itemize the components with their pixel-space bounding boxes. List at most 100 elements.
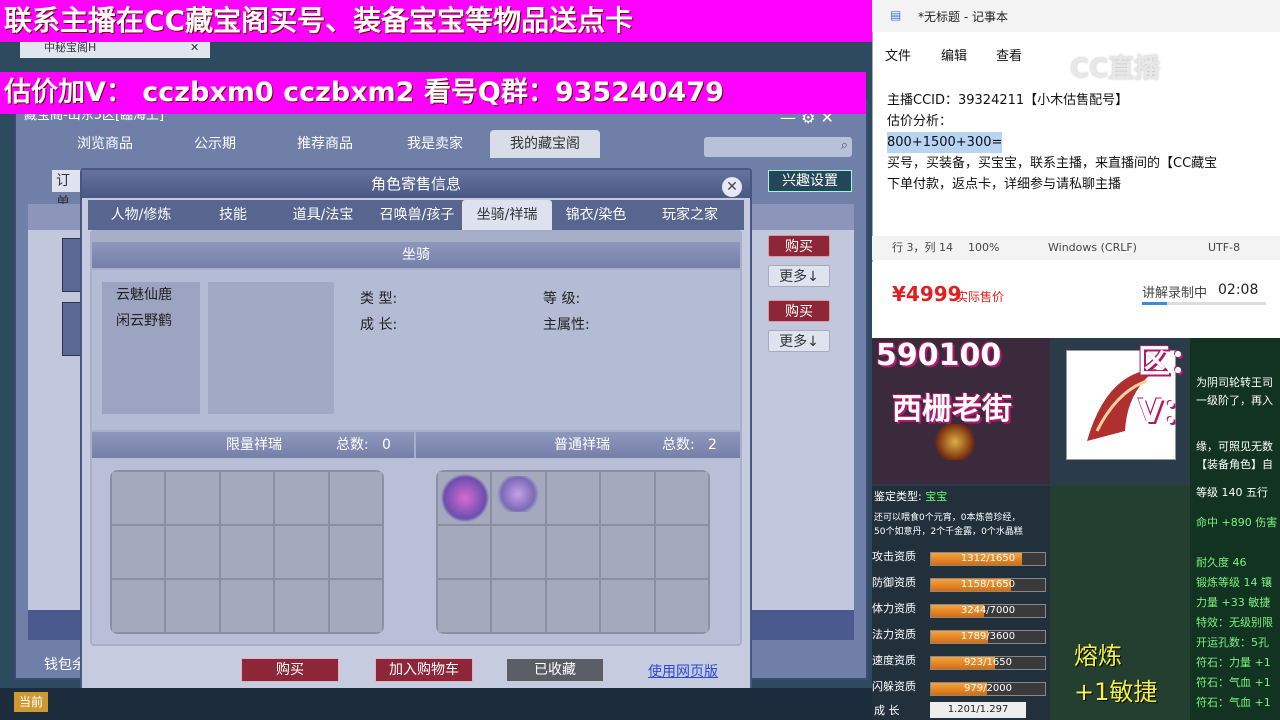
- notepad-title: *无标题 - 记事本: [918, 10, 1008, 24]
- current-label[interactable]: 当前: [14, 692, 48, 712]
- grid-cell[interactable]: [220, 472, 274, 524]
- field-level: 等 级:: [543, 291, 581, 307]
- dialog-title: 角色寄售信息: [82, 170, 750, 198]
- stat-bar: 923/1650: [930, 656, 1046, 670]
- search-icon[interactable]: ⌕: [841, 138, 848, 153]
- tab-home[interactable]: 玩家之家: [644, 200, 736, 230]
- note-line: 买号，买装备，买宝宝，联系主播，来直播间的【CC藏宝: [887, 156, 1218, 171]
- interest-settings-button[interactable]: 兴趣设置: [768, 170, 852, 192]
- grid-cell[interactable]: [275, 526, 328, 578]
- status-zoom: 100%: [968, 241, 1000, 254]
- stat-label: 闪躲资质: [872, 680, 916, 693]
- buy-button[interactable]: 购买: [768, 300, 830, 322]
- tab-seller[interactable]: 我是卖家: [380, 130, 490, 158]
- tab-public[interactable]: 公示期: [160, 130, 270, 158]
- grid-cell[interactable]: [492, 526, 545, 578]
- tab-recommend[interactable]: 推荐商品: [270, 130, 380, 158]
- recording-progress: [1142, 302, 1266, 305]
- equipment-line: 一级阶了，再入: [1196, 394, 1273, 407]
- mount-item-icon[interactable]: [494, 476, 542, 512]
- pet-note: 还可以喂食0个元宵，0本炼兽珍经，: [874, 513, 1021, 523]
- stat-bar: 1312/1650: [930, 552, 1046, 566]
- tab-browse[interactable]: 浏览商品: [50, 130, 160, 158]
- list-item[interactable]: 云魅仙鹿: [102, 282, 200, 308]
- grid-cell[interactable]: [438, 580, 491, 632]
- web-version-link[interactable]: 使用网页版: [648, 661, 718, 681]
- stat-label: 速度资质: [872, 654, 916, 667]
- grid-cell[interactable]: [601, 472, 654, 524]
- grid-cell[interactable]: [220, 580, 274, 632]
- menu-view[interactable]: 查看: [996, 45, 1022, 64]
- flame-icon: [932, 424, 978, 460]
- tab-pets[interactable]: 召唤兽/孩子: [372, 200, 462, 230]
- grid-cell[interactable]: [220, 526, 274, 578]
- recording-label: 讲解录制中: [1142, 286, 1208, 301]
- stat-bar: 1158/1650: [930, 578, 1046, 592]
- tab-my-treasure[interactable]: 我的藏宝阁: [490, 130, 600, 158]
- buy-button[interactable]: 购买: [768, 235, 830, 257]
- grid-cell[interactable]: [655, 580, 708, 632]
- equipment-line: 等级 140 五行: [1196, 486, 1268, 499]
- price-strip: ¥4999 实际售价 讲解录制中 02:08: [872, 262, 1280, 338]
- grid-cell[interactable]: [112, 472, 165, 524]
- grid-cell[interactable]: [329, 580, 382, 632]
- grid-cell[interactable]: [166, 472, 219, 524]
- grid-cell[interactable]: [166, 580, 219, 632]
- tab-costume[interactable]: 锦衣/染色: [556, 200, 636, 230]
- grid-cell[interactable]: [275, 580, 328, 632]
- buy-button[interactable]: 购买: [241, 658, 339, 682]
- tab-character[interactable]: 人物/修炼: [98, 200, 184, 230]
- grid-cell[interactable]: [655, 472, 708, 524]
- menu-edit[interactable]: 编辑: [941, 45, 967, 64]
- stat-bar: 3244/7000: [930, 604, 1046, 618]
- add-cart-button[interactable]: 加入购物车: [375, 658, 473, 682]
- tab-items[interactable]: 道具/法宝: [280, 200, 366, 230]
- promo-street: 西栅老街: [892, 392, 1012, 427]
- more-button[interactable]: 更多↓: [768, 330, 830, 352]
- stat-bar: 1789/3600: [930, 630, 1046, 644]
- more-button[interactable]: 更多↓: [768, 265, 830, 287]
- equipment-line: 缘，可照见无数: [1196, 440, 1273, 453]
- grid-cell[interactable]: [546, 526, 600, 578]
- grid-cell[interactable]: [166, 526, 219, 578]
- browser-tab-title: 中秘宝阁H: [44, 41, 97, 54]
- grid-cell[interactable]: [112, 526, 165, 578]
- stat-value: 1789/3600: [960, 631, 1016, 642]
- recording-time: 02:08: [1218, 282, 1259, 298]
- pet-type-label: 鉴定类型:: [874, 490, 922, 503]
- smelt-value: +1敏捷: [1074, 678, 1158, 706]
- grid-cell[interactable]: [601, 526, 654, 578]
- notepad-content[interactable]: 主播CCID：39324211【小木估售配号】 估价分析： 800+1500+3…: [887, 90, 1272, 195]
- status-encoding: UTF-8: [1208, 241, 1241, 254]
- grid-cell[interactable]: [546, 472, 600, 524]
- field-growth: 成 长:: [360, 317, 398, 333]
- equipment-line: 为阴司轮转王司: [1196, 376, 1273, 389]
- note-line: 800+1500+300=: [887, 132, 1003, 153]
- limited-count: 0: [382, 437, 391, 453]
- equipment-line: 符石：力量 +1: [1196, 656, 1271, 669]
- close-icon[interactable]: ✕: [722, 177, 742, 197]
- tab-mounts[interactable]: 坐骑/祥瑞: [462, 200, 552, 230]
- grid-cell[interactable]: [655, 526, 708, 578]
- stat-value: 1312/1650: [960, 553, 1016, 564]
- grid-cell[interactable]: [329, 526, 382, 578]
- mount-item-icon[interactable]: [440, 474, 490, 522]
- list-item[interactable]: 闲云野鹤: [102, 308, 200, 334]
- grid-cell[interactable]: [112, 580, 165, 632]
- grid-cell[interactable]: [329, 472, 382, 524]
- grid-cell[interactable]: [546, 580, 600, 632]
- tab-skills[interactable]: 技能: [198, 200, 268, 230]
- growth-value: 1.201/1.297: [930, 702, 1026, 718]
- grid-cell[interactable]: [275, 472, 328, 524]
- grid-cell[interactable]: [492, 580, 545, 632]
- equipment-line: 符石：气血 +1: [1196, 696, 1271, 709]
- stat-label: 防御资质: [872, 576, 916, 589]
- normal-count-label: 总数:: [662, 437, 695, 453]
- pet-type-value: 宝宝: [925, 490, 948, 503]
- collected-button[interactable]: 已收藏: [506, 658, 604, 682]
- search-input[interactable]: ⌕: [704, 137, 852, 157]
- grid-cell[interactable]: [601, 580, 654, 632]
- mount-preview: [208, 282, 334, 414]
- grid-cell[interactable]: [438, 526, 491, 578]
- menu-file[interactable]: 文件: [885, 45, 911, 64]
